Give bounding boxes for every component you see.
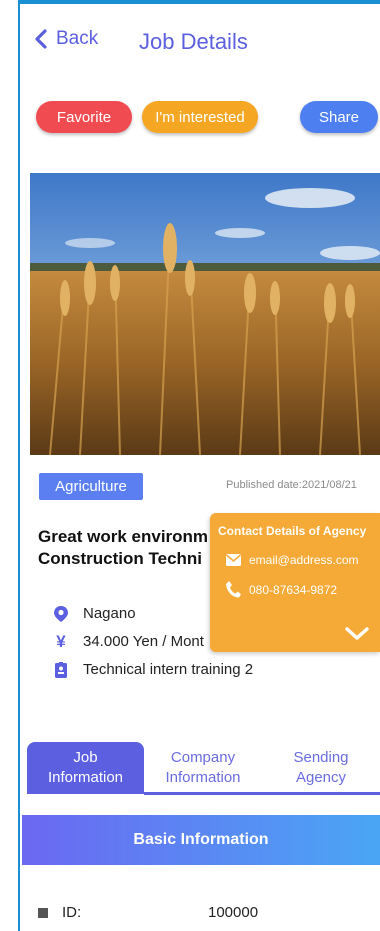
phone-icon xyxy=(226,581,241,598)
yen-icon: ¥ xyxy=(56,631,66,651)
field-id-label: ID: xyxy=(38,904,81,921)
back-label: Back xyxy=(56,28,99,49)
tab-sending-agency[interactable]: Sending Agency xyxy=(262,742,380,794)
tab-underline xyxy=(144,792,380,795)
contact-title: Contact Details of Agency xyxy=(218,524,367,538)
salary-row: ¥ 34.000 Yen / Mont xyxy=(53,631,204,651)
share-button[interactable]: Share xyxy=(300,101,378,133)
category-badge: Agriculture xyxy=(39,473,143,500)
chevron-left-icon xyxy=(35,29,47,49)
bullet-square-icon xyxy=(38,907,48,918)
tab-company-line-2: Information xyxy=(165,769,241,786)
envelope-icon xyxy=(226,554,241,566)
tab-job-line-2: Information xyxy=(47,769,124,786)
tab-agency-line-2: Agency xyxy=(295,769,347,786)
tab-company-information[interactable]: Company Information xyxy=(144,742,262,794)
favorite-button[interactable]: Favorite xyxy=(36,101,132,133)
contact-email[interactable]: email@address.com xyxy=(226,553,359,567)
program-text: Technical intern training 2 xyxy=(83,661,254,678)
program-row: Technical intern training 2 xyxy=(53,661,253,678)
id-badge-icon xyxy=(53,661,69,678)
tab-job-information[interactable]: Job Information xyxy=(27,742,144,794)
chevron-down-icon[interactable] xyxy=(344,626,370,642)
frame-border-top xyxy=(18,0,380,4)
published-date: Published date:2021/08/21 xyxy=(226,479,357,491)
contact-email-text: email@address.com xyxy=(249,553,359,567)
tab-job-line-1: Job xyxy=(73,749,98,766)
wheat-field-image xyxy=(30,173,380,455)
location-pin-icon xyxy=(53,605,69,622)
app-header: Back Job Details xyxy=(20,22,380,62)
back-button[interactable]: Back xyxy=(34,28,98,50)
location-row: Nagano xyxy=(53,605,136,622)
section-header-basic-information: Basic Information xyxy=(22,815,380,865)
page-title: Job Details xyxy=(139,29,248,54)
field-id-value: 100000 xyxy=(208,904,259,921)
tab-agency-line-1: Sending xyxy=(293,749,349,766)
field-id-label-text: ID: xyxy=(62,904,82,921)
interested-button[interactable]: I'm interested xyxy=(142,101,258,133)
location-text: Nagano xyxy=(83,605,136,622)
contact-phone-text: 080-87634-9872 xyxy=(249,582,338,597)
contact-panel[interactable]: Contact Details of Agency email@address.… xyxy=(210,513,380,652)
job-photo xyxy=(30,173,380,455)
tab-company-line-1: Company xyxy=(170,749,236,766)
frame-border-left xyxy=(18,0,20,931)
salary-text: 34.000 Yen / Mont xyxy=(83,633,204,650)
contact-phone[interactable]: 080-87634-9872 xyxy=(226,581,337,598)
tab-bar: Job Information Company Information Sendin… xyxy=(27,742,380,795)
